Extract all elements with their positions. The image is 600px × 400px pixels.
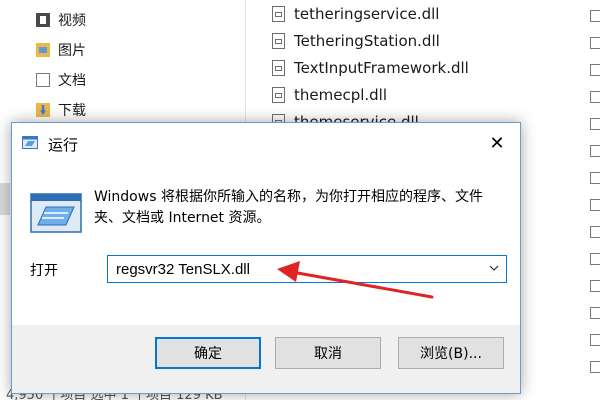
file-item[interactable]: TextInputFramework.dll bbox=[272, 56, 469, 80]
file-name: themecpl.dll bbox=[294, 86, 388, 104]
file-icon-partial bbox=[590, 253, 600, 265]
file-icon-partial bbox=[590, 280, 600, 292]
file-name: TetheringStation.dll bbox=[294, 32, 440, 50]
documents-folder-icon bbox=[36, 73, 50, 87]
cancel-button[interactable]: 取消 bbox=[275, 337, 381, 369]
file-icon-partial bbox=[590, 118, 600, 130]
open-label: 打开 bbox=[30, 263, 58, 279]
run-dialog: 运行 ✕ Windows 将根据你所输入的名称，为你打开相应的程序、文件夹、文档… bbox=[11, 122, 521, 394]
chevron-down-icon[interactable] bbox=[489, 265, 499, 272]
file-name: tetheringservice.dll bbox=[294, 5, 440, 23]
dialog-description: Windows 将根据你所输入的名称，为你打开相应的程序、文件夹、文档或 Int… bbox=[94, 189, 483, 226]
close-button[interactable]: ✕ bbox=[474, 123, 520, 163]
ok-button[interactable]: 确定 bbox=[155, 337, 261, 369]
run-program-icon bbox=[30, 193, 82, 233]
file-icon-partial bbox=[590, 199, 600, 211]
nav-item-videos[interactable]: 视频 bbox=[36, 9, 86, 31]
nav-item-documents[interactable]: 文档 bbox=[36, 69, 86, 91]
dll-file-icon bbox=[272, 60, 285, 76]
dialog-body: Windows 将根据你所输入的名称，为你打开相应的程序、文件夹、文档或 Int… bbox=[12, 163, 520, 325]
close-icon: ✕ bbox=[489, 132, 505, 154]
nav-item-label: 视频 bbox=[58, 13, 86, 29]
file-icon-partial bbox=[590, 10, 600, 22]
file-icon-partial bbox=[590, 172, 600, 184]
video-folder-icon bbox=[36, 13, 50, 27]
nav-item-label: 图片 bbox=[58, 43, 86, 59]
command-input[interactable] bbox=[108, 256, 478, 282]
nav-item-label: 文档 bbox=[58, 73, 86, 89]
run-app-icon bbox=[22, 136, 38, 149]
file-icon-partial bbox=[590, 334, 600, 346]
nav-item-downloads[interactable]: 下载 bbox=[36, 99, 86, 121]
dll-file-icon bbox=[272, 33, 285, 49]
file-icon-partial bbox=[590, 145, 600, 157]
file-item[interactable]: tetheringservice.dll bbox=[272, 2, 439, 26]
dialog-title: 运行 bbox=[48, 136, 79, 154]
dialog-footer: 确定 取消 浏览(B)... bbox=[12, 325, 520, 393]
downloads-folder-icon bbox=[36, 103, 50, 117]
file-icon-partial bbox=[590, 37, 600, 49]
nav-item-label: 下载 bbox=[58, 103, 86, 119]
file-name: TextInputFramework.dll bbox=[294, 59, 469, 77]
command-combobox[interactable] bbox=[107, 255, 507, 283]
file-icon-partial bbox=[590, 307, 600, 319]
file-icon-partial bbox=[590, 91, 600, 103]
browse-button[interactable]: 浏览(B)... bbox=[398, 337, 504, 369]
file-column-edge bbox=[590, 0, 600, 400]
dll-file-icon bbox=[272, 6, 285, 22]
file-icon-partial bbox=[590, 64, 600, 76]
nav-item-pictures[interactable]: 图片 bbox=[36, 39, 86, 61]
file-icon-partial bbox=[590, 361, 600, 373]
dll-file-icon bbox=[272, 87, 285, 103]
nav-selection-highlight bbox=[0, 183, 10, 215]
pictures-folder-icon bbox=[36, 43, 50, 57]
dialog-title-bar[interactable]: 运行 ✕ bbox=[12, 123, 520, 163]
file-icon-partial bbox=[590, 226, 600, 238]
file-item[interactable]: themecpl.dll bbox=[272, 83, 387, 107]
file-item[interactable]: TetheringStation.dll bbox=[272, 29, 440, 53]
